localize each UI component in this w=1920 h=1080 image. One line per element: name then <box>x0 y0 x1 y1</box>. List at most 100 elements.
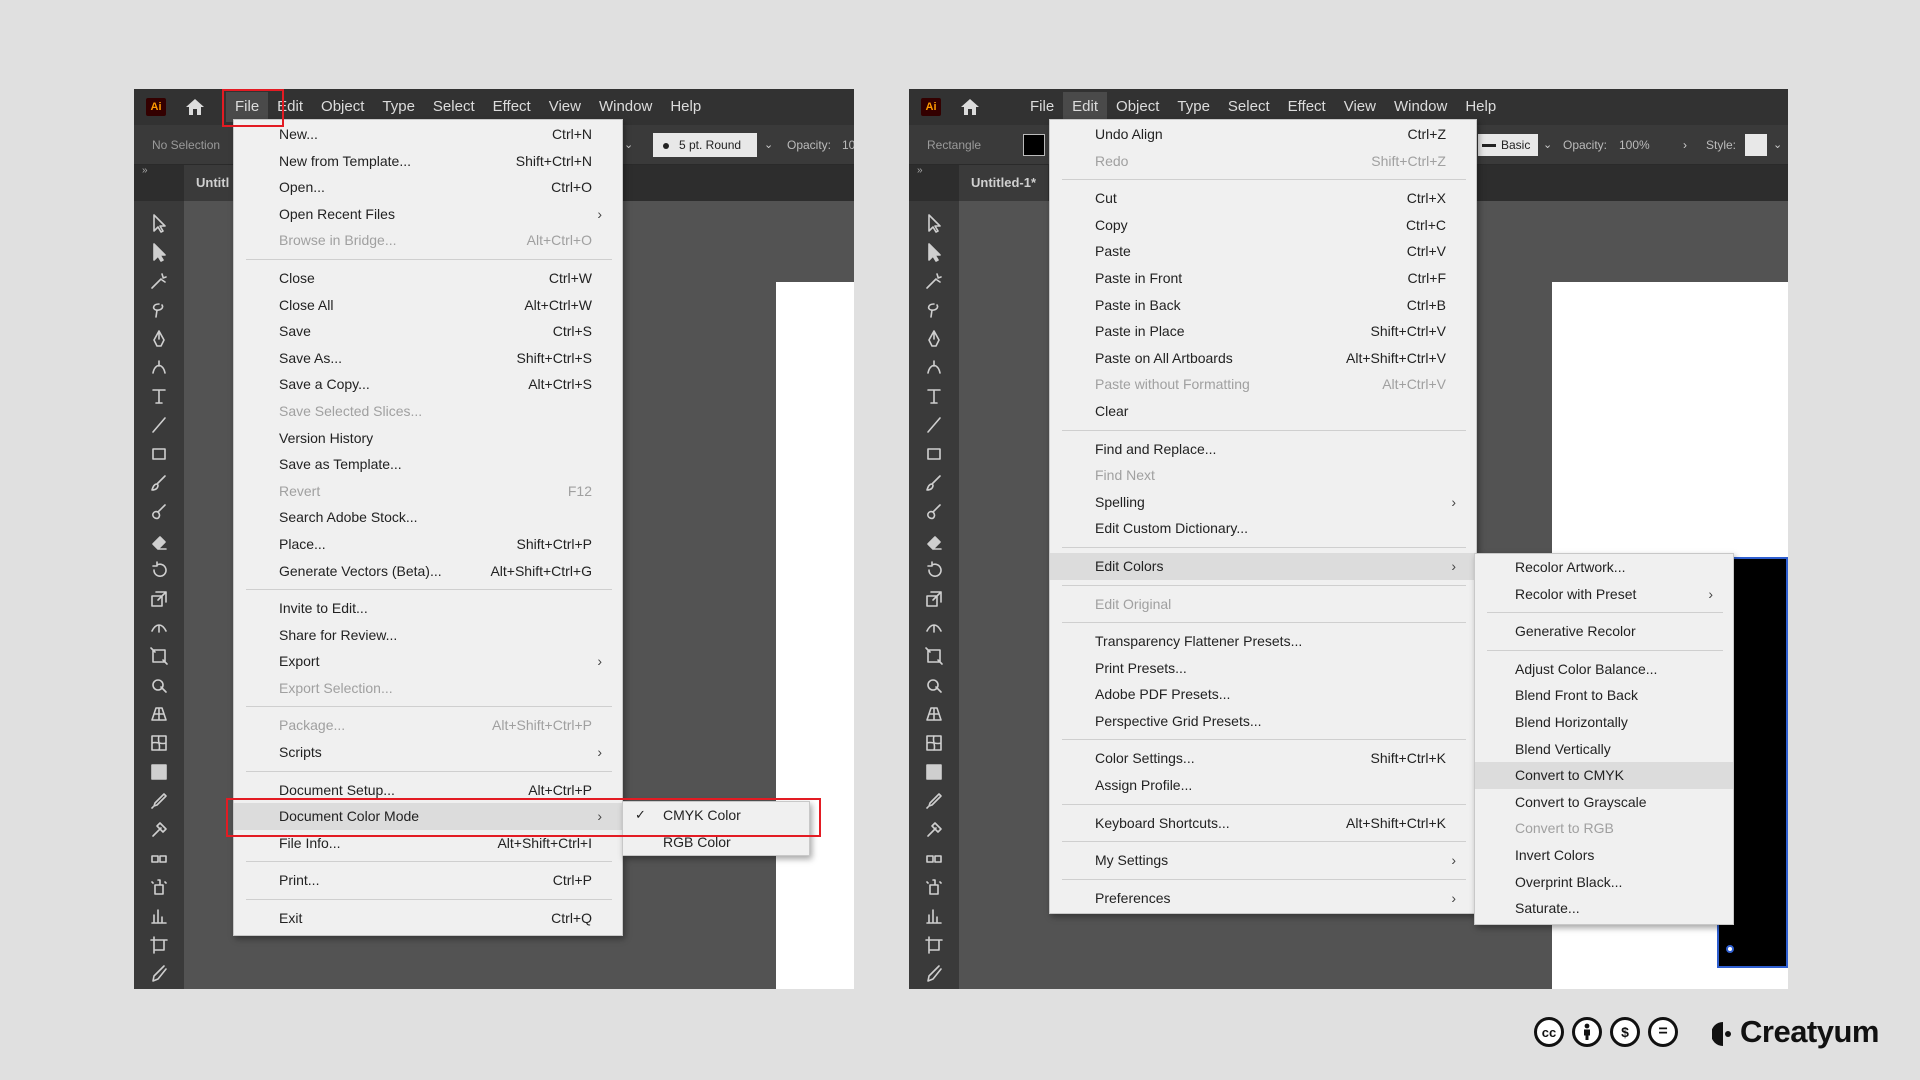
shape-builder-tool-icon[interactable] <box>145 671 173 699</box>
menu-select[interactable]: Select <box>1219 92 1279 122</box>
menu-item-rgb-color[interactable]: RGB Color <box>623 829 809 856</box>
home-icon[interactable] <box>184 96 206 118</box>
magic-wand-tool-icon[interactable] <box>920 267 948 295</box>
menu-file[interactable]: File <box>1021 92 1063 122</box>
menu-item-paste-in-front[interactable]: Paste in Front Ctrl+F <box>1050 265 1476 292</box>
pen-tool-icon[interactable] <box>145 325 173 353</box>
style-chevron-icon[interactable]: ⌄ <box>1773 138 1782 151</box>
opacity-value[interactable]: 10 <box>842 138 854 152</box>
symbol-sprayer-tool-icon[interactable] <box>920 873 948 901</box>
brush-chevron-icon[interactable]: ⌄ <box>764 138 773 151</box>
direct-selection-tool-icon[interactable] <box>145 238 173 266</box>
menu-view[interactable]: View <box>1335 92 1385 122</box>
magic-wand-tool-icon[interactable] <box>145 267 173 295</box>
curvature-tool-icon[interactable] <box>145 353 173 381</box>
menu-item-paste[interactable]: Paste Ctrl+V <box>1050 238 1476 265</box>
free-transform-tool-icon[interactable] <box>145 642 173 670</box>
menu-item-preferences[interactable]: Preferences › <box>1050 885 1476 912</box>
menu-item-my-settings[interactable]: My Settings › <box>1050 847 1476 874</box>
pen-tool-icon[interactable] <box>920 325 948 353</box>
eraser-tool-icon[interactable] <box>920 527 948 555</box>
menu-help[interactable]: Help <box>1456 92 1505 122</box>
eyedropper-tool-icon[interactable] <box>145 787 173 815</box>
menu-item-find-and-replace[interactable]: Find and Replace... <box>1050 436 1476 463</box>
selection-tool-icon[interactable] <box>920 209 948 237</box>
menu-item-version-history[interactable]: Version History <box>234 425 622 452</box>
menu-view[interactable]: View <box>540 92 590 122</box>
perspective-grid-tool-icon[interactable] <box>920 700 948 728</box>
type-tool-icon[interactable] <box>920 382 948 410</box>
eyedropper-tool-icon[interactable] <box>920 787 948 815</box>
menu-item-paste-in-back[interactable]: Paste in Back Ctrl+B <box>1050 292 1476 319</box>
menu-help[interactable]: Help <box>661 92 710 122</box>
column-graph-tool-icon[interactable] <box>145 902 173 930</box>
menu-item-save-as[interactable]: Save As... Shift+Ctrl+S <box>234 345 622 372</box>
menu-object[interactable]: Object <box>312 92 373 122</box>
menu-item-color-settings[interactable]: Color Settings... Shift+Ctrl+K <box>1050 745 1476 772</box>
menu-effect[interactable]: Effect <box>1279 92 1335 122</box>
selection-tool-icon[interactable] <box>145 209 173 237</box>
mesh-tool-icon[interactable] <box>920 729 948 757</box>
menu-item-share-for-review[interactable]: Share for Review... <box>234 622 622 649</box>
menu-item-adobe-pdf-presets[interactable]: Adobe PDF Presets... <box>1050 681 1476 708</box>
menu-edit[interactable]: Edit <box>1063 92 1108 122</box>
menu-item-recolor-artwork[interactable]: Recolor Artwork... <box>1475 554 1733 581</box>
menu-item-recolor-with-preset[interactable]: Recolor with Preset › <box>1475 581 1733 608</box>
menu-effect[interactable]: Effect <box>484 92 540 122</box>
symbol-sprayer-tool-icon[interactable] <box>145 873 173 901</box>
rotate-tool-icon[interactable] <box>920 556 948 584</box>
menu-item-undo-align[interactable]: Undo Align Ctrl+Z <box>1050 121 1476 148</box>
blob-brush-tool-icon[interactable] <box>920 498 948 526</box>
menu-item-invert-colors[interactable]: Invert Colors <box>1475 842 1733 869</box>
menu-type[interactable]: Type <box>1168 92 1219 122</box>
menu-item-open[interactable]: Open... Ctrl+O <box>234 174 622 201</box>
rotate-tool-icon[interactable] <box>145 556 173 584</box>
menu-item-search-adobe-stock[interactable]: Search Adobe Stock... <box>234 504 622 531</box>
measure-tool-icon[interactable] <box>920 816 948 844</box>
menu-item-paste-in-place[interactable]: Paste in Place Shift+Ctrl+V <box>1050 318 1476 345</box>
line-tool-icon[interactable] <box>145 411 173 439</box>
fill-swatch[interactable] <box>1023 134 1045 156</box>
panel-collapse-icon[interactable]: » <box>142 165 148 176</box>
panel-collapse-icon[interactable]: » <box>917 165 923 176</box>
opacity-value[interactable]: 100% <box>1619 138 1650 152</box>
menu-item-print-presets[interactable]: Print Presets... <box>1050 655 1476 682</box>
menu-item-new-from-template[interactable]: New from Template... Shift+Ctrl+N <box>234 148 622 175</box>
menu-item-edit-colors[interactable]: Edit Colors › <box>1050 552 1476 580</box>
menu-edit[interactable]: Edit <box>268 92 312 122</box>
free-transform-tool-icon[interactable] <box>920 642 948 670</box>
menu-item-cmyk-color[interactable]: ✓ CMYK Color <box>623 802 809 829</box>
gradient-tool-icon[interactable] <box>920 758 948 786</box>
slice-tool-icon[interactable] <box>920 960 948 988</box>
shape-builder-tool-icon[interactable] <box>920 671 948 699</box>
menu-item-scripts[interactable]: Scripts › <box>234 739 622 766</box>
menu-item-perspective-grid-presets[interactable]: Perspective Grid Presets... <box>1050 708 1476 735</box>
menu-item-edit-custom-dictionary[interactable]: Edit Custom Dictionary... <box>1050 515 1476 542</box>
menu-item-document-setup[interactable]: Document Setup... Alt+Ctrl+P <box>234 777 622 804</box>
measure-tool-icon[interactable] <box>145 816 173 844</box>
rectangle-tool-icon[interactable] <box>920 440 948 468</box>
menu-item-convert-to-grayscale[interactable]: Convert to Grayscale <box>1475 789 1733 816</box>
mesh-tool-icon[interactable] <box>145 729 173 757</box>
menu-item-save-a-copy[interactable]: Save a Copy... Alt+Ctrl+S <box>234 371 622 398</box>
menu-item-save[interactable]: Save Ctrl+S <box>234 318 622 345</box>
eraser-tool-icon[interactable] <box>145 527 173 555</box>
artboard-tool-icon[interactable] <box>145 931 173 959</box>
menu-item-new[interactable]: New... Ctrl+N <box>234 121 622 148</box>
menu-item-place[interactable]: Place... Shift+Ctrl+P <box>234 531 622 558</box>
menu-item-assign-profile[interactable]: Assign Profile... <box>1050 772 1476 799</box>
menu-item-convert-to-cmyk[interactable]: Convert to CMYK <box>1475 762 1733 789</box>
menu-item-blend-horizontally[interactable]: Blend Horizontally <box>1475 709 1733 736</box>
brush-selector[interactable]: 5 pt. Round <box>653 133 757 157</box>
menu-item-blend-vertically[interactable]: Blend Vertically <box>1475 736 1733 763</box>
menu-item-copy[interactable]: Copy Ctrl+C <box>1050 212 1476 239</box>
style-swatch[interactable] <box>1745 134 1767 156</box>
menu-item-exit[interactable]: Exit Ctrl+Q <box>234 905 622 932</box>
lasso-tool-icon[interactable] <box>145 296 173 324</box>
menu-type[interactable]: Type <box>373 92 424 122</box>
menu-item-close[interactable]: Close Ctrl+W <box>234 265 622 292</box>
menu-select[interactable]: Select <box>424 92 484 122</box>
menu-item-open-recent-files[interactable]: Open Recent Files › <box>234 201 622 228</box>
menu-item-saturate[interactable]: Saturate... <box>1475 895 1733 922</box>
menu-item-clear[interactable]: Clear <box>1050 398 1476 425</box>
